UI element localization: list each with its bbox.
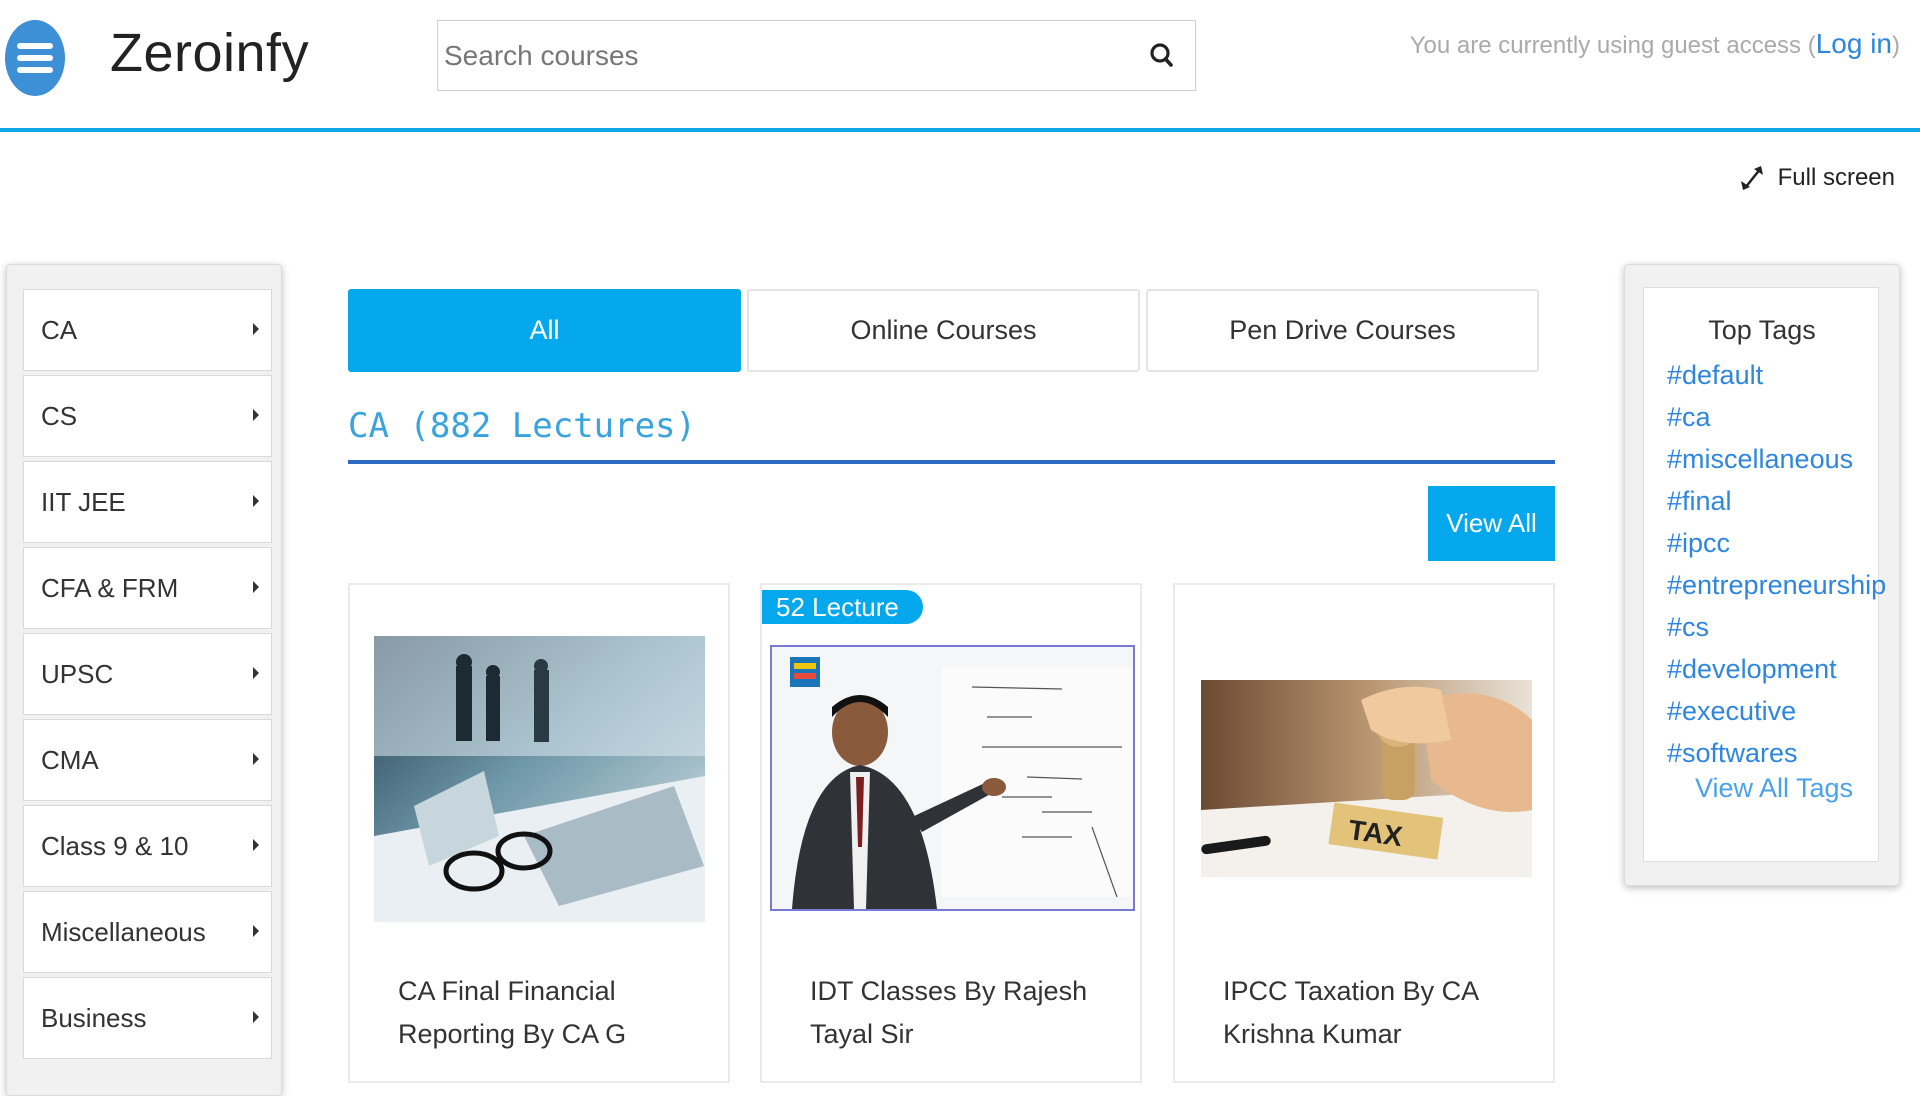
chevron-right-icon bbox=[253, 409, 259, 421]
guest-access-notice: You are currently using guest access (Lo… bbox=[1410, 28, 1900, 60]
guest-access-close: ) bbox=[1892, 32, 1900, 59]
tag-link[interactable]: #final bbox=[1667, 480, 1886, 522]
category-label: Miscellaneous bbox=[41, 917, 206, 947]
tag-link[interactable]: #cs bbox=[1667, 606, 1886, 648]
category-label: CS bbox=[41, 401, 78, 431]
section-divider bbox=[348, 460, 1555, 464]
chevron-right-icon bbox=[253, 839, 259, 851]
category-label: CMA bbox=[41, 745, 99, 775]
category-label: CA bbox=[41, 315, 78, 345]
tag-link[interactable]: #entrepreneurship bbox=[1667, 564, 1886, 606]
site-logo[interactable]: Zeroinfy bbox=[110, 22, 309, 84]
category-item-cs[interactable]: CS bbox=[23, 375, 272, 457]
search-icon[interactable] bbox=[1143, 37, 1183, 77]
course-card[interactable]: CA Final Financial Reporting By CA G bbox=[348, 583, 730, 1083]
category-item-cma[interactable]: CMA bbox=[23, 719, 272, 801]
chevron-right-icon bbox=[253, 495, 259, 507]
view-all-tags-link[interactable]: View All Tags bbox=[1644, 773, 1904, 804]
guest-access-text: You are currently using guest access ( bbox=[1409, 32, 1816, 59]
fullscreen-label: Full screen bbox=[1777, 164, 1895, 191]
course-title[interactable]: IPCC Taxation By CA Krishna Kumar bbox=[1223, 970, 1523, 1056]
category-item-iit-jee[interactable]: IIT JEE bbox=[23, 461, 272, 543]
course-card[interactable]: TAX IPCC Taxation By CA Krishna Kumar bbox=[1173, 583, 1555, 1083]
expand-icon bbox=[1740, 166, 1763, 190]
chevron-right-icon bbox=[253, 581, 259, 593]
tag-link[interactable]: #development bbox=[1667, 648, 1886, 690]
tag-link[interactable]: #ipcc bbox=[1667, 522, 1886, 564]
chevron-right-icon bbox=[253, 753, 259, 765]
tag-link[interactable]: #ca bbox=[1667, 396, 1886, 438]
lecture-count-badge: 52 Lecture bbox=[762, 590, 923, 624]
category-label: UPSC bbox=[41, 659, 114, 689]
tab-pen-drive-courses[interactable]: Pen Drive Courses bbox=[1146, 289, 1539, 372]
category-label: IIT JEE bbox=[41, 487, 126, 517]
fullscreen-toggle[interactable]: Full screen bbox=[1740, 160, 1895, 196]
category-sidebar: CA CS IIT JEE CFA & FRM UPSC CMA Class 9… bbox=[6, 264, 282, 1096]
search-box bbox=[437, 20, 1196, 91]
tags-heading: Top Tags bbox=[1708, 315, 1816, 345]
course-thumbnail-office bbox=[374, 636, 705, 922]
chevron-right-icon bbox=[253, 1011, 259, 1023]
search-input[interactable] bbox=[438, 21, 1104, 90]
tag-link[interactable]: #executive bbox=[1667, 690, 1886, 732]
category-item-ca[interactable]: CA bbox=[23, 289, 272, 371]
chevron-right-icon bbox=[253, 925, 259, 937]
course-thumbnail-tax-stamp: TAX bbox=[1201, 680, 1532, 877]
login-link[interactable]: Log in bbox=[1816, 28, 1892, 59]
course-title[interactable]: CA Final Financial Reporting By CA G bbox=[398, 970, 698, 1056]
category-item-class-9-10[interactable]: Class 9 & 10 bbox=[23, 805, 272, 887]
course-thumbnail-lecturer bbox=[770, 645, 1135, 911]
top-tags-panel: Top Tags #default #ca #miscellaneous #fi… bbox=[1624, 264, 1900, 886]
tag-link[interactable]: #default bbox=[1667, 354, 1886, 396]
top-header: Zeroinfy You are currently using guest a… bbox=[0, 0, 1920, 132]
course-card[interactable]: 52 Lecture IDT Classes By Rajesh Tayal S… bbox=[760, 583, 1142, 1083]
category-item-cfa-frm[interactable]: CFA & FRM bbox=[23, 547, 272, 629]
tab-all[interactable]: All bbox=[348, 289, 741, 372]
hamburger-menu-icon[interactable] bbox=[5, 20, 65, 96]
category-item-miscellaneous[interactable]: Miscellaneous bbox=[23, 891, 272, 973]
category-label: Business bbox=[41, 1003, 147, 1033]
category-item-business[interactable]: Business bbox=[23, 977, 272, 1059]
tag-link[interactable]: #softwares bbox=[1667, 732, 1886, 774]
category-label: CFA & FRM bbox=[41, 573, 179, 603]
tab-online-courses[interactable]: Online Courses bbox=[747, 289, 1140, 372]
tag-link[interactable]: #miscellaneous bbox=[1667, 438, 1886, 480]
category-label: Class 9 & 10 bbox=[41, 831, 189, 861]
category-item-upsc[interactable]: UPSC bbox=[23, 633, 272, 715]
course-title[interactable]: IDT Classes By Rajesh Tayal Sir bbox=[810, 970, 1110, 1056]
section-title[interactable]: CA (882 Lectures) bbox=[348, 406, 696, 446]
chevron-right-icon bbox=[253, 323, 259, 335]
chevron-right-icon bbox=[253, 667, 259, 679]
view-all-button[interactable]: View All bbox=[1428, 486, 1555, 561]
